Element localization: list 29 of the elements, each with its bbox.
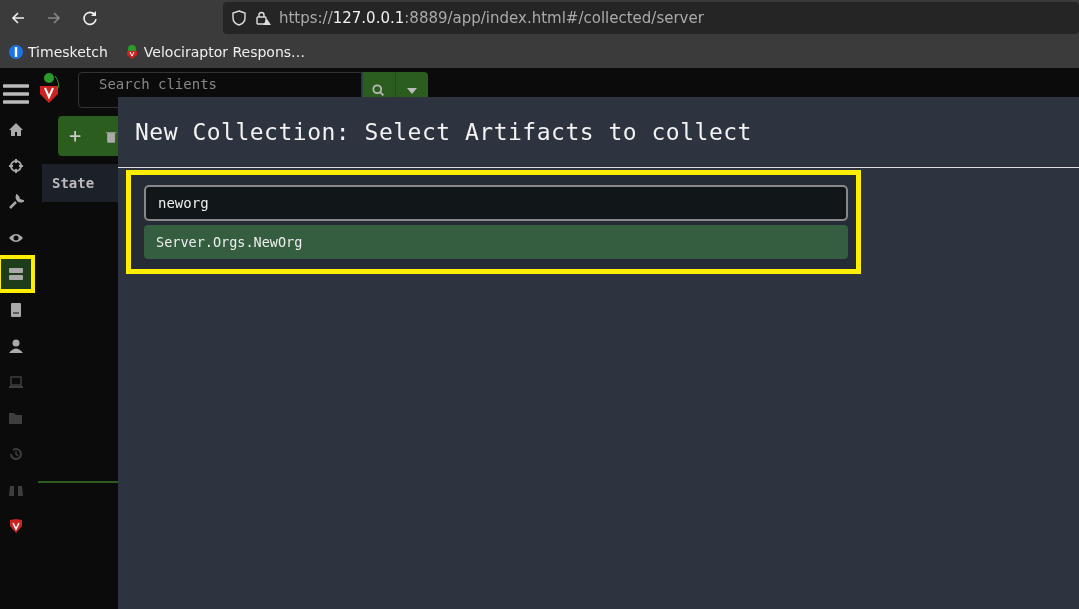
forward-arrow-icon <box>45 10 62 26</box>
back-arrow-icon <box>9 10 26 26</box>
crosshair-icon <box>8 158 24 174</box>
url-text: https://127.0.0.1:8889/app/index.html#/collected/server <box>278 7 704 29</box>
artifact-result[interactable]: Server.Orgs.NewOrg <box>144 225 848 259</box>
book-icon <box>8 302 24 318</box>
add-button[interactable] <box>58 116 94 156</box>
bookmark-link[interactable]: Timesketch <box>8 41 108 63</box>
search-icon <box>372 83 386 98</box>
circle-logo-icon <box>8 44 24 60</box>
wrench-icon <box>8 194 24 210</box>
url-bar[interactable]: https://127.0.0.1:8889/app/index.html#/collected/server <box>222 2 1079 34</box>
padlock-warning-icon <box>254 10 271 26</box>
laptop-icon <box>8 374 24 390</box>
server-icon <box>8 266 24 282</box>
modal-title: New Collection: Select Artifacts to collect <box>118 97 1079 168</box>
history-icon <box>8 446 24 462</box>
user-icon <box>8 338 24 354</box>
shield-logo-icon <box>8 518 24 534</box>
folder-icon <box>8 410 24 426</box>
plus-icon <box>69 129 83 144</box>
bookmark-link[interactable]: Velociraptor Respons… <box>123 41 306 63</box>
trash-icon <box>105 129 119 144</box>
shield-icon <box>230 10 247 26</box>
menu-icon <box>3 83 29 105</box>
reload-icon <box>81 10 98 26</box>
home-icon <box>8 122 24 138</box>
artifact-search-field[interactable]: neworg <box>144 185 848 221</box>
caret-icon <box>407 87 417 94</box>
